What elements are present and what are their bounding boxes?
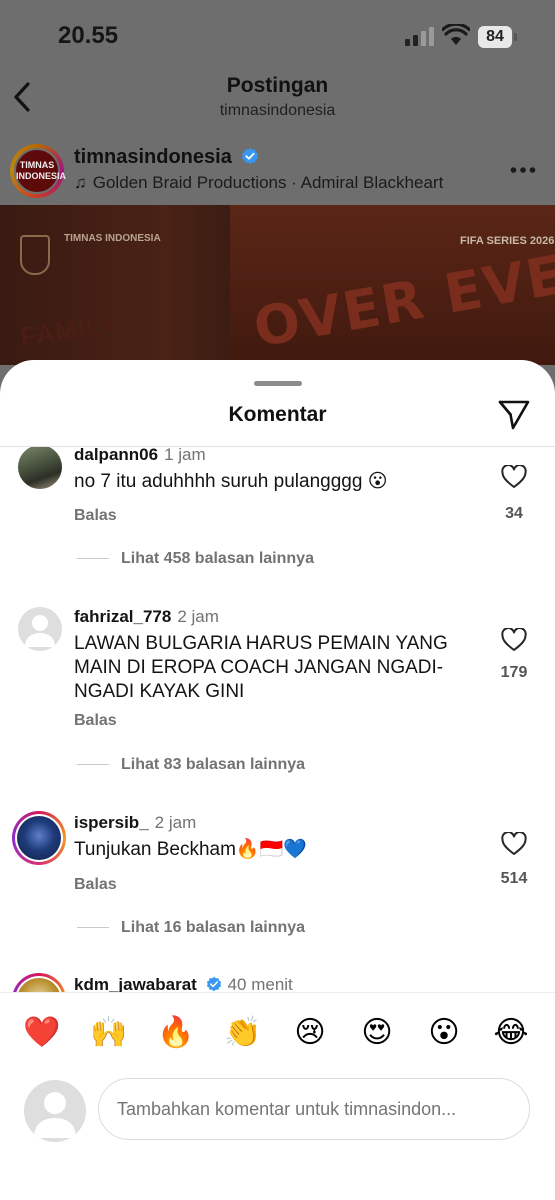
post-image-family-text: FAMILY	[18, 308, 121, 352]
view-more-replies[interactable]: Lihat 16 balasan lainnya	[77, 919, 305, 937]
comment-username[interactable]: dalpann06 1 jam	[74, 447, 206, 465]
comment-time: 2 jam	[177, 607, 219, 626]
page-title: Postingan	[226, 74, 329, 97]
sheet-title: Komentar	[228, 403, 327, 426]
view-more-replies[interactable]: Lihat 83 balasan lainnya	[77, 756, 305, 774]
reaction-fire-emoji[interactable]: 🔥	[154, 1011, 198, 1055]
like-count: 179	[500, 664, 528, 681]
cellular-signal-icon	[405, 27, 434, 46]
comment-time: 40 menit	[227, 975, 293, 992]
post-header: TIMNAS INDONESIA timnasindonesia ♫ Golden…	[0, 136, 555, 202]
comment-username[interactable]: fahrizal_778 2 jam	[74, 607, 219, 627]
like-count: 34	[505, 505, 523, 522]
pssi-emblem-icon	[20, 235, 50, 275]
post-image[interactable]: TIMNAS INDONESIA OVER EVERYTHING FAMILY …	[0, 205, 555, 365]
comment-time: 1 jam	[164, 447, 206, 464]
post-author-avatar[interactable]: TIMNAS INDONESIA	[10, 144, 66, 198]
view-more-replies-text[interactable]: Lihat 83 balasan lainnya	[121, 756, 305, 773]
battery-icon: 84	[478, 26, 518, 48]
reaction-clap-emoji[interactable]: 👏	[221, 1011, 265, 1055]
sheet-grabber[interactable]	[254, 381, 302, 386]
post-image-logo-text: TIMNAS INDONESIA	[64, 233, 161, 244]
like-heart-icon[interactable]	[501, 465, 527, 489]
replies-line	[77, 558, 109, 560]
comment-username-text[interactable]: kdm_jawabarat	[74, 975, 197, 992]
nav-header: Postingan timnasindonesia	[0, 66, 555, 130]
like-heart-icon[interactable]	[501, 628, 527, 652]
reply-button[interactable]: Balas	[74, 712, 117, 730]
reaction-crying-emoji[interactable]: 😢	[288, 1011, 332, 1055]
comment-username-text[interactable]: dalpann06	[74, 447, 158, 464]
comment-username-text[interactable]: ispersib_	[74, 813, 149, 832]
comment-text: no 7 itu aduhhhh suruh pulangggg 😮	[74, 471, 388, 492]
like-count: 514	[500, 870, 528, 887]
status-time: 20.55	[58, 22, 119, 49]
view-more-replies[interactable]: Lihat 458 balasan lainnya	[77, 550, 314, 568]
replies-line	[77, 927, 109, 929]
reaction-raised-hands-emoji[interactable]: 🙌	[87, 1011, 131, 1055]
music-text[interactable]: Golden Braid Productions · Admiral Black…	[93, 173, 444, 192]
more-options-icon[interactable]	[510, 166, 536, 174]
post-username-text[interactable]: timnasindonesia	[74, 146, 232, 168]
post-username[interactable]: timnasindonesia	[74, 146, 259, 169]
music-note-icon: ♫	[74, 173, 87, 192]
comment-avatar[interactable]	[18, 447, 62, 489]
comment-avatar[interactable]	[18, 607, 62, 651]
comment-avatar[interactable]	[12, 973, 66, 992]
verified-badge-icon	[206, 976, 221, 992]
quick-reactions-bar: ❤️ 🙌 🔥 👏 😢 😍 😮 😂	[0, 992, 555, 1080]
avatar-photo	[17, 978, 61, 992]
view-more-replies-text[interactable]: Lihat 458 balasan lainnya	[121, 550, 314, 567]
verified-badge-icon	[242, 147, 259, 165]
default-avatar-icon	[34, 1092, 76, 1138]
like-heart-icon[interactable]	[501, 832, 527, 856]
default-avatar-icon	[25, 615, 55, 647]
comments-list[interactable]: dalpann06 1 jam no 7 itu aduhhhh suruh pu…	[0, 447, 555, 992]
reply-button[interactable]: Balas	[74, 507, 117, 525]
comment-time: 2 jam	[154, 813, 197, 832]
view-more-replies-text[interactable]: Lihat 16 balasan lainnya	[121, 919, 305, 936]
comment-avatar[interactable]	[12, 811, 66, 865]
comment-text: LAWAN BULGARIA HARUS PEMAIN YANG MAIN DI…	[74, 633, 448, 702]
reaction-laughing-emoji[interactable]: 😂	[489, 1011, 533, 1055]
comment-text: Tunjukan Beckham🔥🇮🇩💙	[74, 839, 307, 860]
comment-input[interactable]	[98, 1078, 530, 1140]
reaction-heart-eyes-emoji[interactable]: 😍	[355, 1011, 399, 1055]
replies-line	[77, 764, 109, 766]
post-avatar-logo: TIMNAS INDONESIA	[14, 148, 66, 194]
comment-username[interactable]: kdm_jawabarat 40 menit	[74, 975, 293, 992]
share-paper-plane-icon[interactable]	[497, 399, 531, 431]
page-subtitle[interactable]: timnasindonesia	[0, 102, 555, 120]
music-attribution[interactable]: ♫ Golden Braid Productions · Admiral Blac…	[74, 173, 443, 193]
comment-composer	[0, 1072, 555, 1162]
my-avatar	[24, 1080, 86, 1142]
comment-username[interactable]: ispersib_ 2 jam	[74, 813, 196, 833]
persib-logo-icon	[17, 816, 61, 860]
post-image-fifa-text: FIFA SERIES 2026	[460, 235, 555, 247]
comments-sheet: Komentar dalpann06 1 jam no 7 itu aduhhhh…	[0, 360, 555, 1200]
reaction-heart-emoji[interactable]: ❤️	[20, 1011, 64, 1055]
battery-level: 84	[478, 26, 512, 48]
reaction-surprised-emoji[interactable]: 😮	[422, 1011, 466, 1055]
reply-button[interactable]: Balas	[74, 876, 117, 894]
status-bar: 20.55 84	[0, 0, 555, 66]
comment-username-text[interactable]: fahrizal_778	[74, 607, 171, 626]
wifi-icon	[442, 24, 470, 45]
